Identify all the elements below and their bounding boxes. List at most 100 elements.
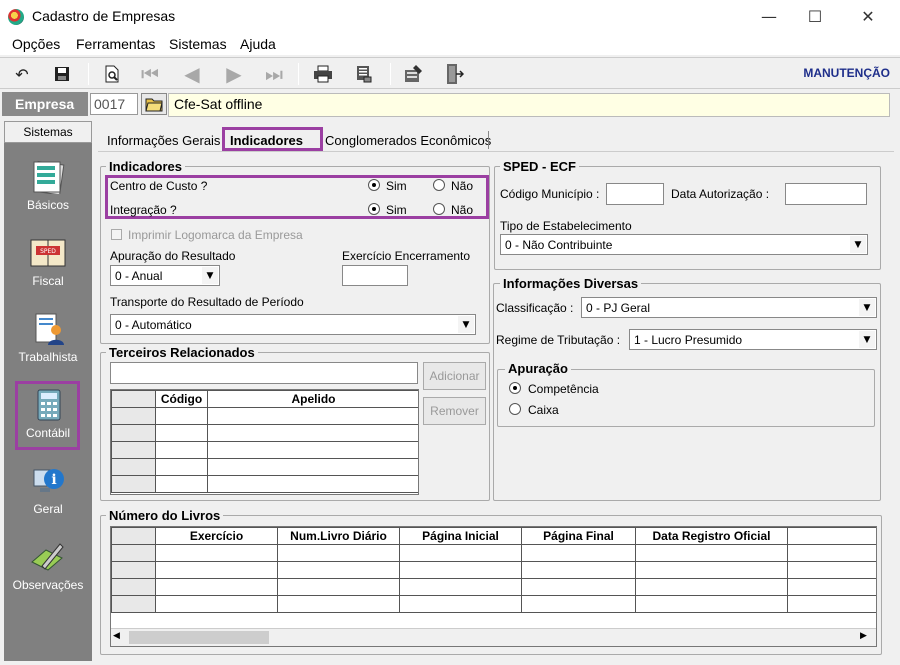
sidebar-header[interactable]: Sistemas <box>4 121 92 143</box>
exit-icon[interactable] <box>442 62 466 86</box>
data-autorizacao-label: Data Autorização : <box>671 187 770 201</box>
centro-custo-nao-radio[interactable] <box>433 179 445 191</box>
livros-grid[interactable]: Exercício Num.Livro Diário Página Inicia… <box>110 526 877 647</box>
regime-label: Regime de Tributação : <box>496 333 621 347</box>
transporte-select[interactable]: 0 - Automático ▼ <box>110 314 476 335</box>
sidebar-item-basicos[interactable]: Básicos <box>4 152 92 222</box>
first-record-icon[interactable]: ⏮ <box>138 62 162 86</box>
window-title: Cadastro de Empresas <box>32 8 176 24</box>
menu-sistemas[interactable]: Sistemas <box>169 36 227 52</box>
scroll-thumb[interactable] <box>129 631 269 644</box>
terceiros-search-input[interactable] <box>110 362 418 384</box>
previous-record-icon[interactable]: ◀ <box>180 62 204 86</box>
codigo-municipio-input[interactable] <box>606 183 664 205</box>
next-record-icon[interactable]: ▶ <box>222 62 246 86</box>
col-pagina-final: Página Final <box>521 527 636 545</box>
last-record-icon[interactable]: ⏭ <box>262 62 286 86</box>
exercicio-input[interactable] <box>342 265 408 286</box>
sidebar-item-fiscal[interactable]: SPED Fiscal <box>4 228 92 298</box>
mode-label: MANUTENÇÃO <box>803 66 890 80</box>
fiscal-icon: SPED <box>28 236 68 270</box>
tab-baseline <box>98 151 894 152</box>
chevron-down-icon: ▼ <box>202 267 218 284</box>
app-icon <box>8 9 24 25</box>
menu-ferramentas[interactable]: Ferramentas <box>76 36 155 52</box>
table-row <box>111 424 418 442</box>
maximize-button[interactable]: ☐ <box>792 0 838 33</box>
tab-conglomerados[interactable]: Conglomerados Econômicos <box>320 131 496 151</box>
sidebar-item-label: Observações <box>12 578 84 592</box>
svg-text:SPED: SPED <box>40 248 56 255</box>
col-data-registro: Data Registro Oficial <box>635 527 788 545</box>
terceiros-grid[interactable]: Código Apelido <box>110 389 419 495</box>
tools-icon[interactable] <box>402 62 426 86</box>
integracao-nao-radio[interactable] <box>433 203 445 215</box>
apuracao-select[interactable]: 0 - Anual ▼ <box>110 265 220 286</box>
competencia-radio[interactable] <box>509 382 521 394</box>
chevron-down-icon: ▼ <box>850 236 866 253</box>
contabil-highlight <box>15 381 80 450</box>
tab-highlight <box>222 127 323 151</box>
indicadores-title: Indicadores <box>106 159 185 174</box>
terceiros-title: Terceiros Relacionados <box>106 345 258 360</box>
tipo-estabelecimento-select[interactable]: 0 - Não Contribuinte ▼ <box>500 234 868 255</box>
folder-icon <box>145 98 163 112</box>
remover-button[interactable]: Remover <box>423 397 486 425</box>
table-row <box>111 458 418 476</box>
toolbar-separator <box>390 63 391 85</box>
col-pagina-inicial: Página Inicial <box>399 527 522 545</box>
livros-title: Número do Livros <box>106 508 224 523</box>
col-exercicio: Exercício <box>155 527 278 545</box>
transporte-label: Transporte do Resultado de Período <box>110 295 304 309</box>
classificacao-label: Classificação : <box>496 301 574 315</box>
competencia-label: Competência <box>528 382 599 396</box>
integracao-sim-radio[interactable] <box>368 203 380 215</box>
save-icon[interactable] <box>50 62 74 86</box>
undo-icon[interactable]: ↶ <box>10 62 34 86</box>
menu-opcoes[interactable]: Opções <box>12 36 60 52</box>
caixa-label: Caixa <box>528 403 559 417</box>
apuracao-label: Apuração do Resultado <box>110 249 236 263</box>
sidebar-item-label: Fiscal <box>32 274 64 288</box>
integracao-sim-label: Sim <box>386 203 407 217</box>
sidebar-item-label: Trabalhista <box>18 350 78 364</box>
table-row <box>111 544 876 562</box>
empresa-name-field: Cfe-Sat offline <box>168 93 890 117</box>
classificacao-select[interactable]: 0 - PJ Geral ▼ <box>581 297 877 318</box>
empresa-code-field[interactable]: 0017 <box>90 93 138 115</box>
integracao-label: Integração ? <box>110 203 177 217</box>
sidebar-item-geral[interactable]: i Geral <box>4 456 92 526</box>
basicos-icon <box>28 160 68 196</box>
tab-informacoes-gerais[interactable]: Informações Gerais <box>102 131 225 151</box>
sidebar-item-label: Básicos <box>26 198 70 212</box>
empresa-label: Empresa <box>2 92 88 116</box>
preview-icon[interactable] <box>100 62 124 86</box>
minimize-button[interactable]: — <box>746 0 792 33</box>
trabalhista-icon <box>28 312 68 346</box>
toolbar-separator <box>298 63 299 85</box>
sidebar-item-label: Geral <box>33 502 63 516</box>
scroll-left-icon[interactable]: ◀ <box>113 631 127 644</box>
report-icon[interactable] <box>352 62 376 86</box>
print-icon[interactable] <box>311 62 335 86</box>
horizontal-scrollbar[interactable]: ◀ ▶ <box>111 628 876 646</box>
imprimir-logo-checkbox[interactable] <box>111 229 122 240</box>
open-empresa-button[interactable] <box>141 93 167 115</box>
sidebar-item-observacoes[interactable]: Observações <box>4 532 92 602</box>
svg-text:i: i <box>51 472 56 488</box>
centro-custo-nao-label: Não <box>451 179 474 193</box>
table-row <box>111 441 418 459</box>
menu-ajuda[interactable]: Ajuda <box>240 36 276 52</box>
caixa-radio[interactable] <box>509 403 521 415</box>
scroll-right-icon[interactable]: ▶ <box>860 631 874 644</box>
adicionar-button[interactable]: Adicionar <box>423 362 486 390</box>
notes-icon <box>28 540 68 574</box>
centro-custo-sim-radio[interactable] <box>368 179 380 191</box>
data-autorizacao-input[interactable] <box>785 183 867 205</box>
regime-select[interactable]: 1 - Lucro Presumido ▼ <box>629 329 877 350</box>
table-row <box>111 561 876 579</box>
close-button[interactable]: ✕ <box>845 0 891 33</box>
chevron-down-icon: ▼ <box>859 299 875 316</box>
sidebar-item-trabalhista[interactable]: Trabalhista <box>4 304 92 374</box>
info-icon: i <box>28 464 68 498</box>
